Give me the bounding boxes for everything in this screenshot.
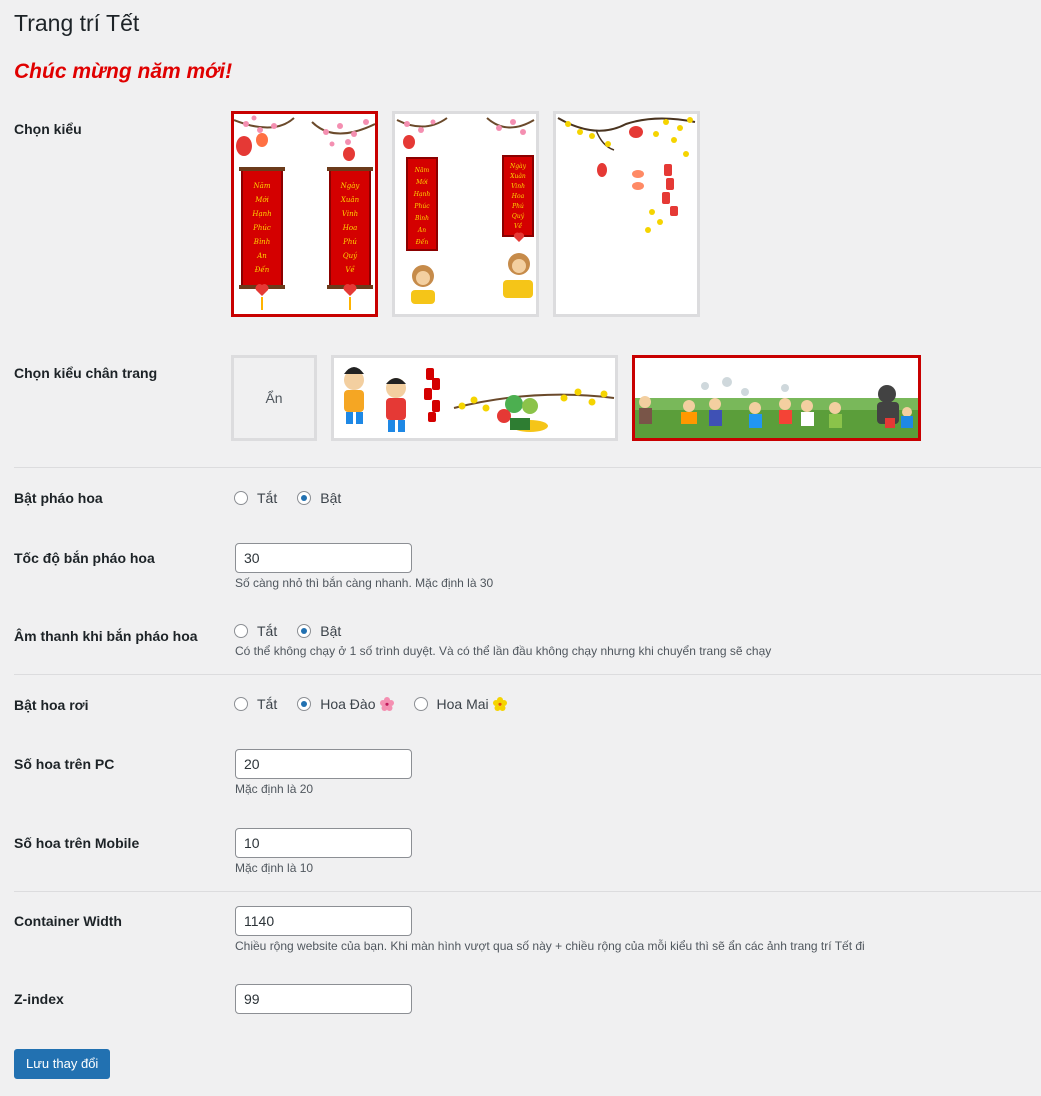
svg-text:Xuân: Xuân	[340, 196, 360, 204]
page-title: Trang trí Tết	[14, 10, 140, 36]
fireworks-sound-description: Có thể không chạy ở 1 số trình duyệt. Và…	[235, 644, 772, 658]
style-2-illustration: Năm Mới Hạnh Phúc Bình An Đến Ngày Xuân Vinh Hoa P…	[396, 117, 535, 304]
svg-text:Phúc: Phúc	[252, 224, 271, 232]
fireworks-radio-group: Tắt Bật	[234, 490, 361, 506]
style-option-2[interactable]: Năm Mới Hạnh Phúc Bình An Đến Ngày Xuân Vinh Hoa P…	[392, 111, 539, 317]
fireworks-label: Bật pháo hoa	[14, 490, 103, 506]
z-index-input[interactable]	[235, 984, 412, 1014]
flowers-mobile-description: Mặc định là 10	[235, 861, 314, 875]
svg-text:Xuân: Xuân	[509, 173, 526, 180]
section-divider	[14, 674, 1041, 675]
svg-text:Hạnh: Hạnh	[413, 191, 431, 198]
svg-text:Ngày: Ngày	[509, 163, 527, 170]
falling-flowers-label: Bật hoa rơi	[14, 697, 89, 713]
apricot-blossom-icon	[492, 697, 507, 711]
footer-option-hide[interactable]: Ẩn	[231, 355, 317, 441]
flowers-pc-description: Mặc định là 20	[235, 782, 314, 796]
container-width-input[interactable]	[235, 906, 412, 936]
flowers-pc-input[interactable]	[235, 749, 412, 779]
flowers-apricot-radio[interactable]: Hoa Mai	[413, 696, 507, 712]
svg-text:Mới: Mới	[254, 196, 269, 204]
svg-text:Phúc: Phúc	[413, 203, 430, 210]
footer-picker-label: Chọn kiểu chân trang	[14, 365, 158, 381]
sound-off-radio[interactable]: Tắt	[234, 623, 277, 639]
flowers-off-radio[interactable]: Tắt	[234, 696, 277, 712]
container-width-description: Chiều rộng website của bạn. Khi màn hình…	[235, 939, 865, 953]
svg-text:Mới: Mới	[415, 179, 428, 186]
svg-text:Năm: Năm	[253, 182, 271, 190]
svg-text:An: An	[417, 227, 426, 234]
falling-flowers-radio-group: Tắt Hoa Đào Hoa Mai	[234, 696, 527, 712]
svg-text:Hoa: Hoa	[511, 193, 525, 200]
svg-text:Về: Về	[345, 265, 355, 274]
svg-text:Bình: Bình	[253, 238, 270, 246]
svg-text:Quý: Quý	[343, 252, 358, 260]
footer-2-illustration	[635, 358, 918, 438]
svg-text:Ngày: Ngày	[340, 182, 361, 190]
fireworks-off-radio[interactable]: Tắt	[234, 490, 277, 506]
svg-text:An: An	[256, 252, 267, 260]
svg-text:Quý: Quý	[512, 213, 525, 220]
svg-text:Vinh: Vinh	[342, 210, 358, 218]
svg-text:Đến: Đến	[254, 265, 270, 274]
section-divider	[14, 891, 1041, 892]
peach-blossom-icon	[379, 697, 394, 711]
svg-text:Phú: Phú	[511, 203, 524, 210]
save-button[interactable]: Lưu thay đổi	[14, 1049, 111, 1079]
style-3-illustration	[557, 117, 696, 233]
fireworks-speed-label: Tốc độ bắn pháo hoa	[14, 550, 155, 566]
greeting-heading: Chúc mừng năm mới!	[14, 60, 233, 83]
flowers-mobile-label: Số hoa trên Mobile	[14, 835, 140, 851]
fireworks-speed-input[interactable]	[235, 543, 412, 573]
style-option-3[interactable]	[553, 111, 700, 317]
sound-on-radio[interactable]: Bật	[297, 623, 341, 639]
svg-text:Hoa: Hoa	[342, 224, 358, 232]
footer-hide-label: Ẩn	[265, 390, 283, 406]
footer-option-2[interactable]	[632, 355, 921, 441]
style-option-1[interactable]: Năm Mới Hạnh Phúc Bình An Đến Ngày Xuân Vinh Hoa P…	[231, 111, 378, 317]
flowers-pc-label: Số hoa trên PC	[14, 756, 115, 772]
svg-text:Phú: Phú	[342, 238, 357, 246]
section-divider	[14, 467, 1041, 468]
footer-1-illustration	[344, 367, 615, 432]
container-width-label: Container Width	[14, 913, 122, 929]
footer-option-1[interactable]	[331, 355, 618, 441]
fireworks-on-radio[interactable]: Bật	[297, 490, 341, 506]
svg-text:Bình: Bình	[414, 215, 429, 222]
flowers-mobile-input[interactable]	[235, 828, 412, 858]
svg-text:Đến: Đến	[415, 239, 429, 246]
z-index-label: Z-index	[14, 991, 64, 1007]
svg-text:Hạnh: Hạnh	[251, 210, 271, 218]
flowers-peach-radio[interactable]: Hoa Đào	[297, 696, 394, 712]
style-1-illustration: Năm Mới Hạnh Phúc Bình An Đến Ngày Xuân Vinh Hoa P…	[234, 115, 375, 310]
style-picker-label: Chọn kiểu	[14, 121, 82, 137]
fireworks-speed-description: Số càng nhỏ thì bắn càng nhanh. Mặc định…	[235, 576, 494, 590]
svg-text:Về: Về	[514, 222, 522, 230]
fireworks-sound-label: Âm thanh khi bắn pháo hoa	[14, 628, 198, 644]
svg-text:Vinh: Vinh	[511, 183, 525, 190]
svg-text:Năm: Năm	[414, 167, 430, 174]
fireworks-sound-radio-group: Tắt Bật	[234, 623, 361, 639]
